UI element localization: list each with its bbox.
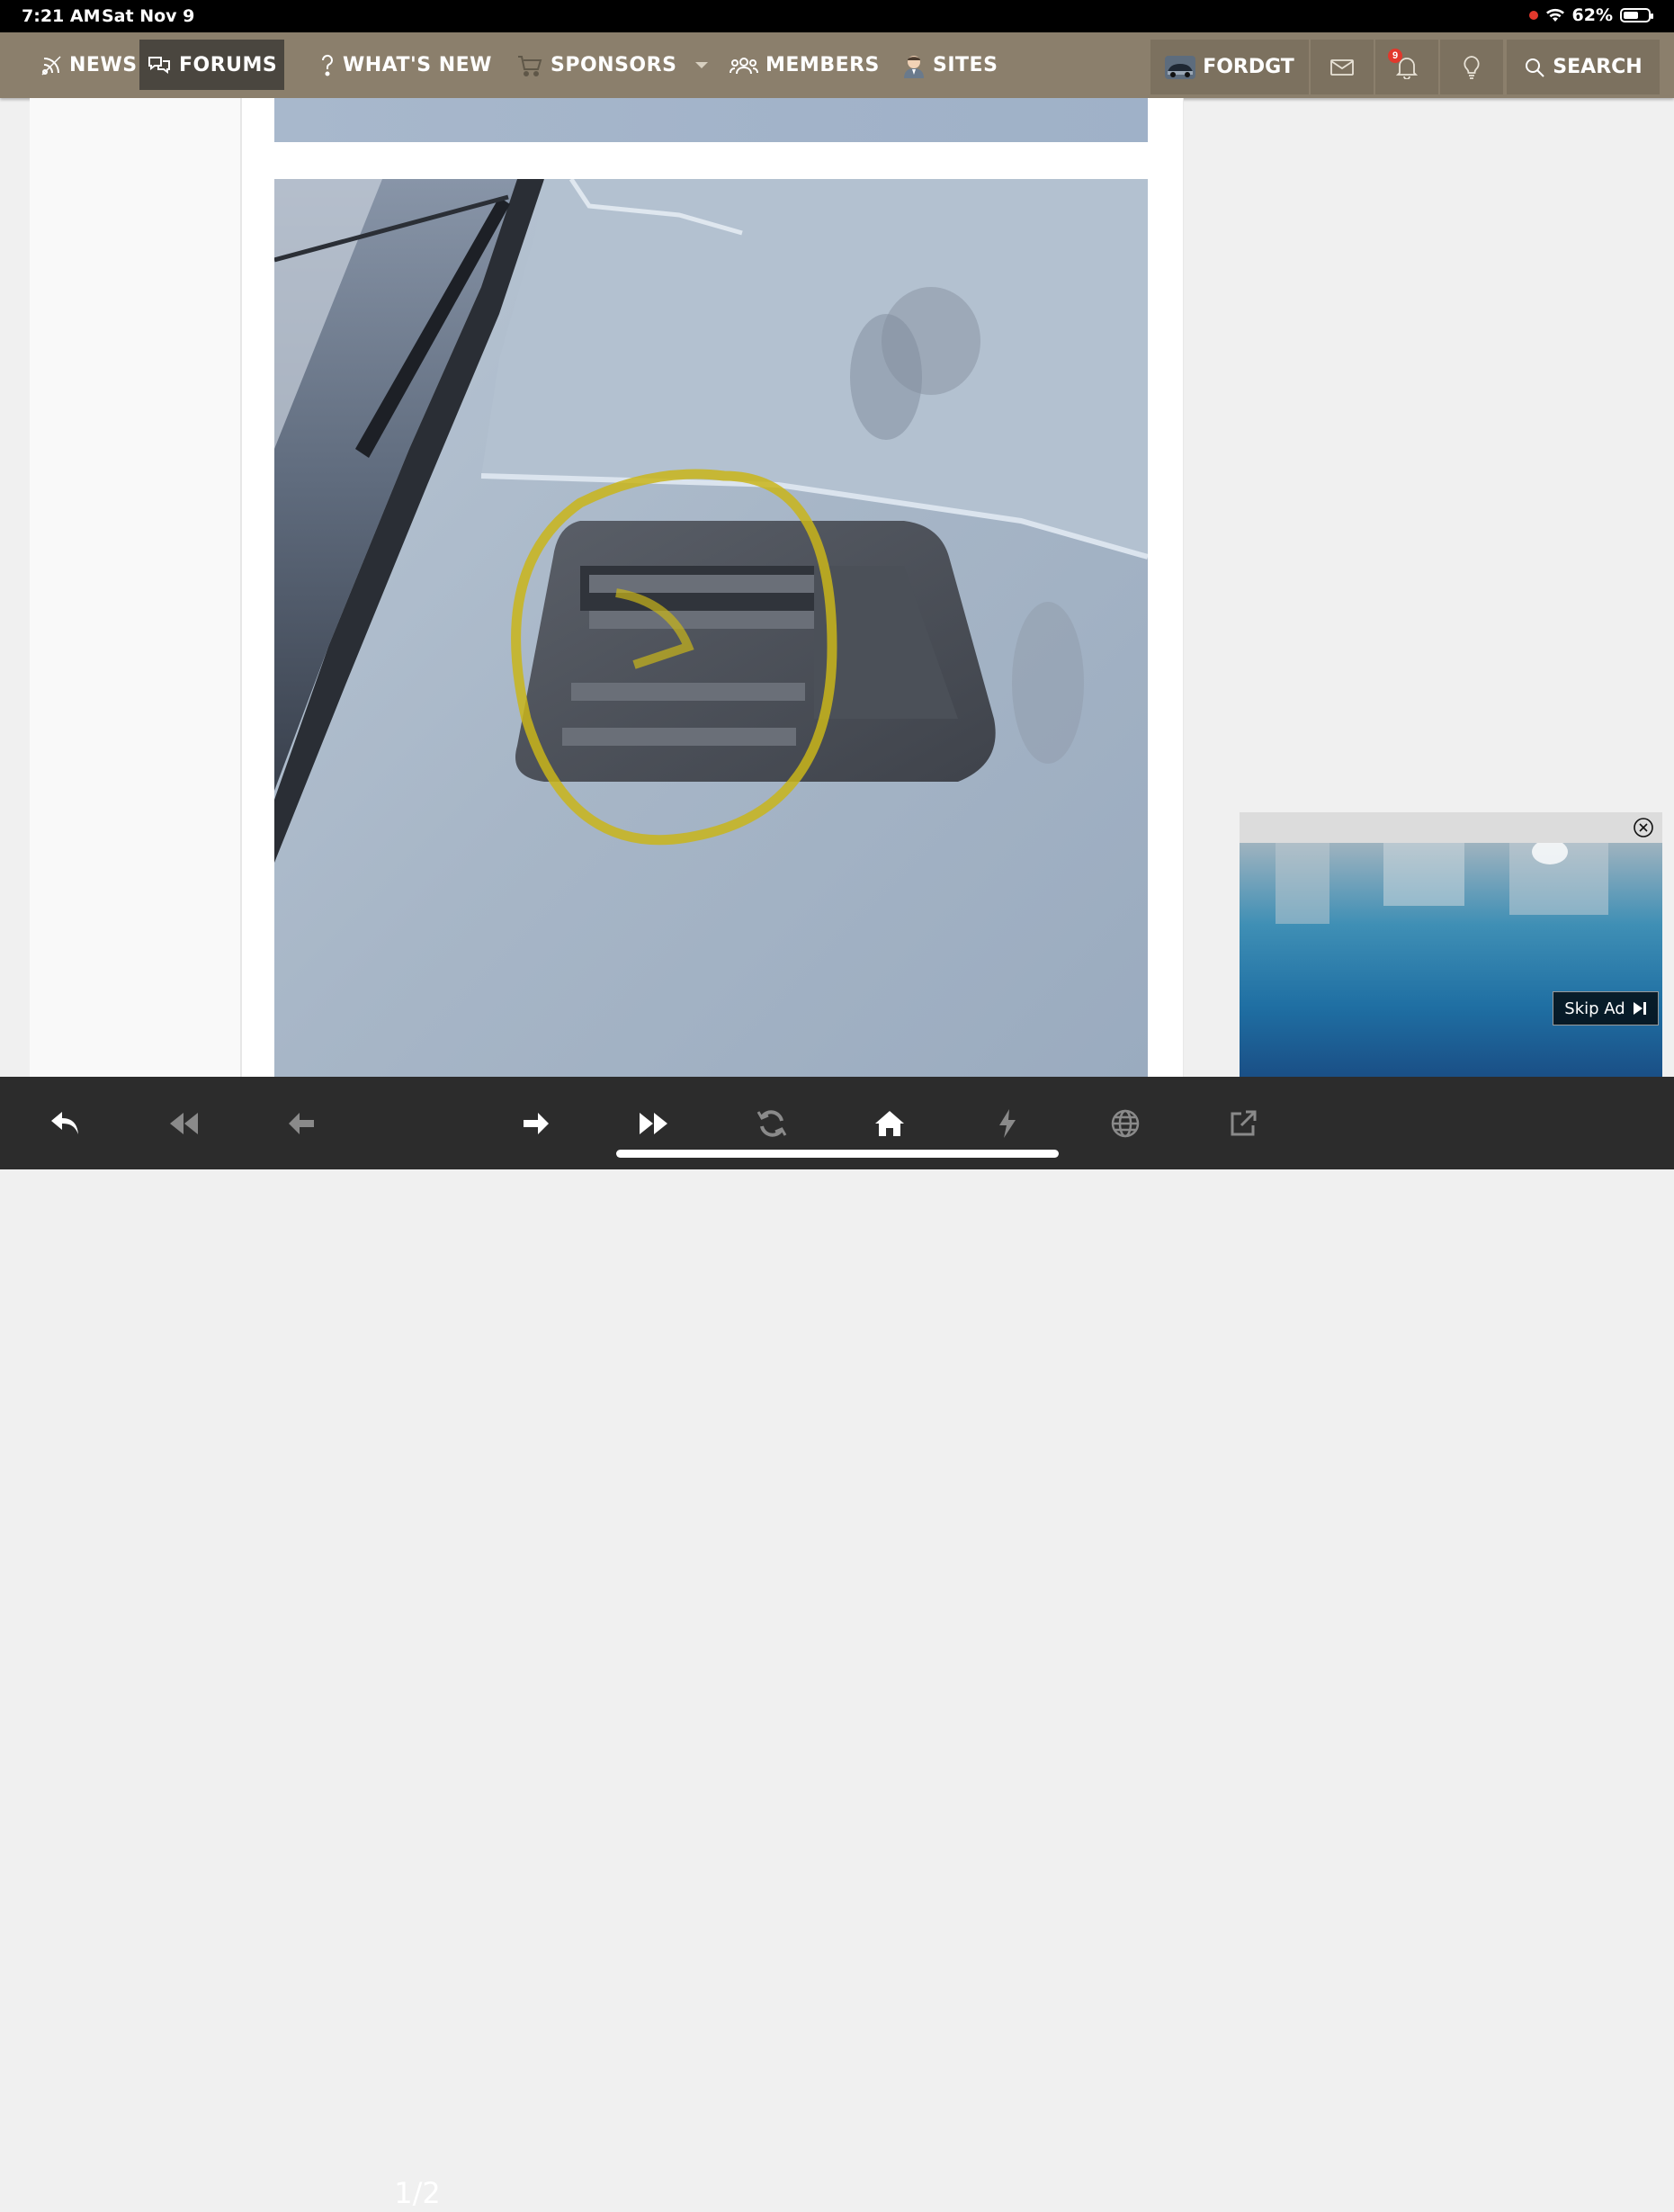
status-right: 62% — [1528, 5, 1653, 25]
lightning-button[interactable] — [980, 1097, 1034, 1151]
alerts-count-badge: 9 — [1388, 49, 1402, 63]
rss-icon — [41, 55, 61, 76]
arrow-left-icon — [289, 1113, 314, 1134]
refresh-icon — [756, 1110, 787, 1137]
envelope-icon — [1330, 58, 1354, 76]
wifi-icon — [1545, 8, 1564, 22]
ad-video[interactable]: Skip Ad — [1240, 843, 1662, 1077]
user-menu[interactable]: FORDGT — [1150, 40, 1309, 94]
nav-members[interactable]: MEMBERS — [730, 32, 880, 98]
refresh-button[interactable] — [745, 1097, 799, 1151]
skip-icon — [1633, 1002, 1646, 1015]
nav-forums-label: FORUMS — [179, 53, 278, 76]
external-link-button[interactable] — [1216, 1097, 1270, 1151]
reply-icon — [51, 1112, 78, 1134]
globe-button[interactable] — [1098, 1097, 1152, 1151]
fast-forward-icon — [640, 1113, 667, 1134]
cart-icon — [518, 55, 542, 76]
question-icon — [321, 54, 333, 76]
nav-news[interactable]: NEWS — [40, 32, 138, 98]
home-indicator[interactable] — [616, 1150, 1059, 1158]
nav-whats-new[interactable]: WHAT'S NEW — [319, 32, 492, 98]
status-time: 7:21 AM — [22, 6, 101, 26]
nav-news-label: NEWS — [69, 54, 138, 76]
first-page-button[interactable] — [157, 1097, 210, 1151]
search-icon — [1526, 58, 1545, 77]
battery-percent: 62% — [1571, 5, 1613, 25]
page-indicator: 1/2 — [394, 2176, 441, 2210]
ad-header — [1240, 812, 1662, 843]
lightning-icon — [999, 1109, 1016, 1138]
nav-forums[interactable]: FORUMS — [139, 40, 285, 90]
nav-sponsors[interactable]: SPONSORS — [516, 32, 709, 98]
battery-icon — [1620, 8, 1653, 22]
inbox-button[interactable] — [1311, 40, 1374, 94]
search-button[interactable]: SEARCH — [1507, 40, 1660, 94]
left-sidebar — [30, 98, 241, 1077]
previous-attachment-image[interactable] — [274, 98, 1148, 142]
nav-sponsors-label: SPONSORS — [551, 54, 677, 76]
user-avatar-icon — [904, 55, 924, 78]
car-avatar-icon — [1165, 55, 1196, 79]
ideas-button[interactable] — [1440, 40, 1503, 94]
reply-button[interactable] — [39, 1097, 93, 1151]
home-button[interactable] — [863, 1097, 917, 1151]
recording-dot-icon — [1528, 11, 1538, 20]
skip-ad-button[interactable]: Skip Ad — [1553, 991, 1659, 1025]
user-name: FORDGT — [1203, 56, 1294, 78]
forum-nav-bar: NEWS FORUMS WHAT'S NEW SPONSORS MEMBERS … — [0, 32, 1674, 98]
home-icon — [875, 1111, 904, 1136]
arrow-right-icon — [524, 1113, 549, 1134]
chevron-down-icon[interactable] — [694, 61, 709, 70]
nav-whats-new-label: WHAT'S NEW — [343, 54, 492, 76]
members-icon — [730, 57, 758, 74]
last-page-button[interactable] — [627, 1097, 681, 1151]
search-label: SEARCH — [1553, 56, 1643, 78]
rewind-icon — [170, 1113, 198, 1134]
skip-ad-label: Skip Ad — [1564, 999, 1625, 1018]
nav-sites-label: SITES — [933, 54, 998, 76]
external-link-icon — [1231, 1110, 1257, 1136]
attachment-image-hood-vent[interactable] — [274, 179, 1148, 1077]
nav-sites[interactable]: SITES — [902, 32, 998, 98]
previous-page-button[interactable] — [274, 1097, 328, 1151]
lightbulb-icon — [1464, 55, 1480, 79]
alerts-button[interactable]: 9 — [1375, 40, 1438, 94]
video-ad-panel: Skip Ad — [1240, 812, 1662, 1077]
globe-icon — [1111, 1109, 1140, 1138]
chat-bubbles-icon — [148, 57, 170, 74]
close-icon[interactable] — [1634, 818, 1653, 837]
status-bar: 7:21 AM Sat Nov 9 62% — [0, 0, 1674, 32]
next-page-button[interactable] — [509, 1097, 563, 1151]
status-date: Sat Nov 9 — [102, 6, 195, 26]
nav-members-label: MEMBERS — [765, 54, 880, 76]
